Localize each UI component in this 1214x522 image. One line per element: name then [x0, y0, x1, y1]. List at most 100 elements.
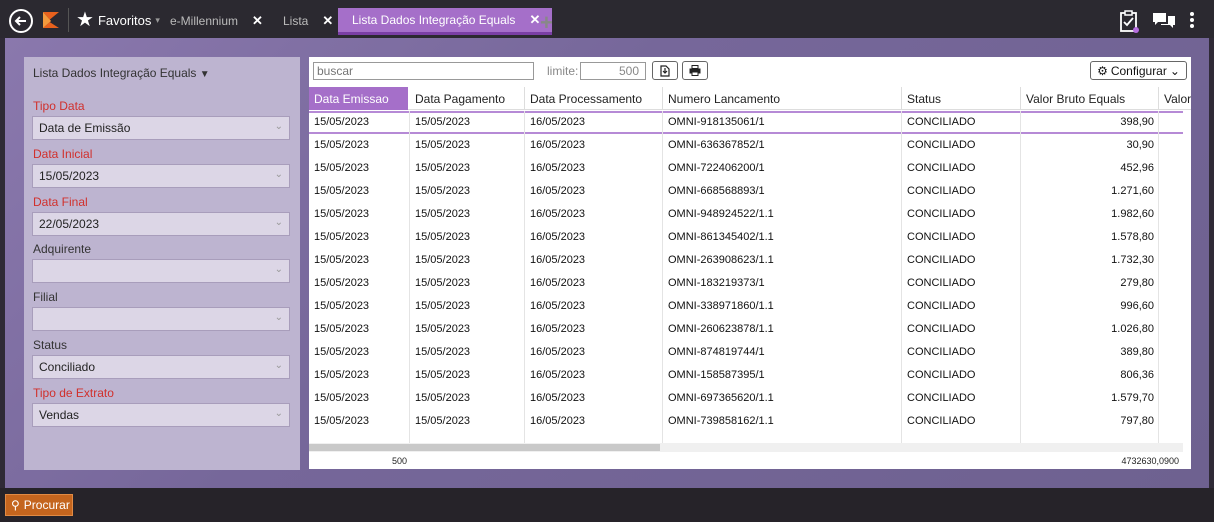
horizontal-scrollbar[interactable] — [309, 443, 1183, 452]
chevron-down-icon: ⌄ — [274, 217, 283, 228]
select-value: Vendas — [39, 408, 80, 422]
cell-valor-bruto: 996,60 — [1120, 300, 1154, 312]
table-row[interactable]: 15/05/2023 15/05/2023 16/05/2023 OMNI-26390… — [309, 249, 1183, 272]
cell-data-processamento: 16/05/2023 — [530, 139, 586, 151]
table-row[interactable]: 15/05/2023 15/05/2023 16/05/2023 OMNI-72240… — [309, 157, 1183, 180]
cell-data-emissao: 15/05/2023 — [314, 231, 370, 243]
millennium-logo-icon[interactable] — [40, 9, 62, 31]
favorites-label: Favoritos — [97, 12, 152, 28]
cell-valor-bruto: 398,90 — [1120, 116, 1154, 128]
search-input[interactable] — [313, 62, 534, 80]
label-data-inicial: Data Inicial — [33, 147, 93, 161]
date-final-field[interactable]: 22/05/2023 ⌄ — [32, 212, 290, 236]
cell-numero-lancamento: OMNI-697365620/1.1 — [668, 392, 774, 404]
cell-data-emissao: 15/05/2023 — [314, 277, 370, 289]
close-icon[interactable]: ✕ — [322, 13, 333, 29]
back-button[interactable] — [9, 9, 33, 33]
more-vertical-icon[interactable] — [1189, 11, 1195, 29]
cell-data-pagamento: 15/05/2023 — [415, 369, 471, 381]
column-header-valor-bruto-equals[interactable]: Valor Bruto Equals — [1021, 87, 1159, 110]
close-icon[interactable]: ✕ — [252, 13, 263, 29]
select-status[interactable]: Conciliado ⌄ — [32, 355, 290, 379]
select-adquirente[interactable]: ⌄ — [32, 259, 290, 283]
gear-icon: ⚙ — [1097, 63, 1108, 78]
cell-valor-bruto: 797,80 — [1120, 415, 1154, 427]
cell-data-pagamento: 15/05/2023 — [415, 300, 471, 312]
cell-status: CONCILIADO — [907, 139, 976, 151]
cell-data-processamento: 16/05/2023 — [530, 392, 586, 404]
export-icon — [660, 64, 670, 77]
data-grid: limite: 500 ⚙ Configurar ⌄ Data Emissao … — [309, 57, 1191, 469]
cell-data-emissao: 15/05/2023 — [314, 254, 370, 266]
cell-valor-bruto: 806,36 — [1120, 369, 1154, 381]
tab-lista-dados-integracao-equals[interactable]: Lista Dados Integração Equals ✕ — [338, 8, 553, 35]
cell-numero-lancamento: OMNI-260623878/1.1 — [668, 323, 774, 335]
close-icon[interactable]: ✕ — [529, 12, 540, 28]
column-header-data-pagamento[interactable]: Data Pagamento — [410, 87, 525, 110]
cell-status: CONCILIADO — [907, 185, 976, 197]
grid-footer: 500 4732630,0900 — [309, 452, 1191, 469]
column-header-data-emissao[interactable]: Data Emissao — [309, 87, 408, 110]
cell-valor-bruto: 1.982,60 — [1111, 208, 1154, 220]
panel-title[interactable]: Lista Dados Integração Equals ▼ — [33, 66, 210, 80]
configure-button[interactable]: ⚙ Configurar ⌄ — [1090, 61, 1187, 80]
cell-data-emissao: 15/05/2023 — [314, 392, 370, 404]
cell-data-emissao: 15/05/2023 — [314, 162, 370, 174]
limit-input[interactable]: 500 — [580, 62, 646, 80]
table-row[interactable]: 15/05/2023 15/05/2023 16/05/2023 OMNI-94892… — [309, 203, 1183, 226]
vertical-scrollbar[interactable] — [1183, 111, 1191, 451]
cell-valor-bruto: 1.026,80 — [1111, 323, 1154, 335]
cell-valor-bruto: 1.579,70 — [1111, 392, 1154, 404]
select-tipo-data[interactable]: Data de Emissão ⌄ — [32, 116, 290, 140]
column-divider — [662, 111, 663, 443]
chevron-down-icon: ⌄ — [274, 121, 283, 132]
select-filial[interactable]: ⌄ — [32, 307, 290, 331]
clipboard-icon[interactable] — [1119, 9, 1141, 33]
table-row[interactable]: 15/05/2023 15/05/2023 16/05/2023 OMNI-33897… — [309, 295, 1183, 318]
table-row[interactable]: 15/05/2023 15/05/2023 16/05/2023 OMNI-18321… — [309, 272, 1183, 295]
table-row[interactable]: 15/05/2023 15/05/2023 16/05/2023 OMNI-66856… — [309, 180, 1183, 203]
table-row[interactable]: 15/05/2023 15/05/2023 16/05/2023 OMNI-26062… — [309, 318, 1183, 341]
scrollbar-thumb[interactable] — [309, 444, 660, 451]
date-inicial-field[interactable]: 15/05/2023 ⌄ — [32, 164, 290, 188]
cell-status: CONCILIADO — [907, 162, 976, 174]
cell-data-processamento: 16/05/2023 — [530, 346, 586, 358]
column-header-data-processamento[interactable]: Data Processamento — [525, 87, 663, 110]
cell-data-pagamento: 15/05/2023 — [415, 162, 471, 174]
tab-lista[interactable]: Lista ✕ — [283, 8, 333, 34]
select-tipo-de-extrato[interactable]: Vendas ⌄ — [32, 403, 290, 427]
column-divider — [901, 111, 902, 443]
table-row[interactable]: 15/05/2023 15/05/2023 16/05/2023 OMNI-15858… — [309, 364, 1183, 387]
cell-status: CONCILIADO — [907, 415, 976, 427]
add-tab-icon[interactable]: + — [540, 12, 553, 34]
table-row[interactable]: 15/05/2023 15/05/2023 16/05/2023 OMNI-87481… — [309, 341, 1183, 364]
print-button[interactable] — [682, 61, 708, 80]
column-header-valor[interactable]: Valor — [1159, 87, 1191, 110]
column-divider — [1020, 111, 1021, 443]
table-row[interactable]: 15/05/2023 15/05/2023 16/05/2023 OMNI-69736… — [309, 387, 1183, 410]
tab-e-millennium[interactable]: e-Millennium ✕ — [170, 8, 263, 34]
table-row[interactable]: 15/05/2023 15/05/2023 16/05/2023 OMNI-63636… — [309, 134, 1183, 157]
cell-status: CONCILIADO — [907, 208, 976, 220]
table-row[interactable]: 15/05/2023 15/05/2023 16/05/2023 OMNI-86134… — [309, 226, 1183, 249]
footer-total: 4732630,0900 — [1121, 456, 1179, 466]
export-button[interactable] — [652, 61, 678, 80]
column-header-numero-lancamento[interactable]: Numero Lancamento — [663, 87, 902, 110]
favorites-menu[interactable]: ★ Favoritos ▾ — [76, 9, 160, 31]
configure-label: Configurar — [1110, 63, 1167, 78]
table-row[interactable]: 15/05/2023 15/05/2023 16/05/2023 OMNI-73985… — [309, 410, 1183, 433]
search-button[interactable]: ⚲ Procurar — [5, 494, 73, 516]
cell-valor-bruto: 30,90 — [1126, 139, 1154, 151]
field-value: 22/05/2023 — [39, 217, 100, 231]
cell-data-emissao: 15/05/2023 — [314, 185, 370, 197]
search-icon: ⚲ — [11, 498, 20, 512]
cell-data-pagamento: 15/05/2023 — [415, 392, 471, 404]
cell-data-emissao: 15/05/2023 — [314, 208, 370, 220]
chat-icon[interactable] — [1152, 12, 1176, 30]
chevron-down-icon: ⌄ — [274, 312, 283, 323]
cell-data-processamento: 16/05/2023 — [530, 323, 586, 335]
table-row[interactable]: 15/05/2023 15/05/2023 16/05/2023 OMNI-91813… — [309, 111, 1183, 134]
cell-data-emissao: 15/05/2023 — [314, 369, 370, 381]
column-header-status[interactable]: Status — [902, 87, 1021, 110]
cell-data-emissao: 15/05/2023 — [314, 323, 370, 335]
